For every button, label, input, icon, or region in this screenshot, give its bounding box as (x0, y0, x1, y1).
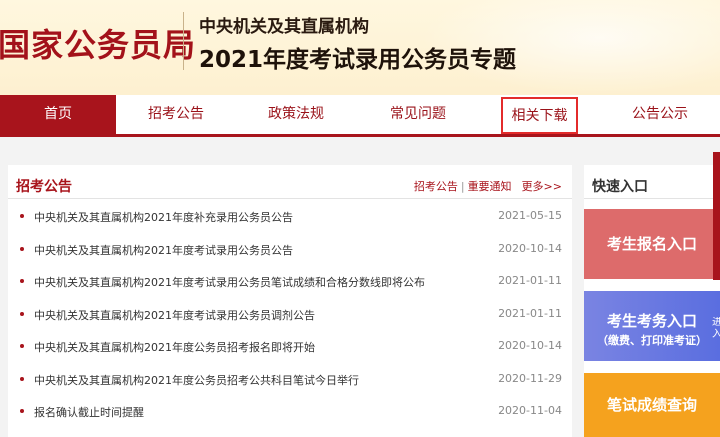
list-item: 报名确认截止时间提醒 2020-11-04 (8, 394, 572, 427)
list-item-date: 2021-01-11 (498, 306, 562, 320)
announcement-list: 中央机关及其直属机构2021年度补充录用公务员公告 2021-05-15 中央机… (8, 199, 572, 427)
list-item: 中央机关及其直属机构2021年度公务员招考公共科目笔试今日举行 2020-11-… (8, 362, 572, 395)
nav-downloads[interactable]: 相关下载 (501, 97, 578, 134)
header-banner: 国家公务员局 中央机关及其直属机构 2021年度考试录用公务员专题 (0, 0, 720, 95)
list-item-link[interactable]: 中央机关及其直属机构2021年度补充录用公务员公告 (34, 209, 293, 225)
score-query-button[interactable]: 笔试成绩查询 (584, 373, 720, 437)
list-item-date: 2020-11-29 (498, 371, 562, 385)
nav-faq[interactable]: 常见问题 (356, 95, 480, 134)
announcements-panel: 招考公告 招考公告 | 重要通知 更多>> 中央机关及其直属机构2021年度补充录用公… (8, 165, 572, 437)
list-item-link[interactable]: 中央机关及其直属机构2021年度考试录用公务员笔试成绩和合格分数线即将公布 (34, 274, 425, 290)
registration-entry-button[interactable]: 考生报名入口 (584, 209, 720, 279)
list-item-date: 2020-10-14 (498, 241, 562, 255)
nav-home[interactable]: 首页 (0, 95, 116, 134)
list-item: 中央机关及其直属机构2021年度考试录用公务员公告 2020-10-14 (8, 232, 572, 265)
exam-affairs-sublabel: （缴费、打印准考证） (597, 334, 707, 347)
bullet-icon (20, 246, 24, 251)
bullet-icon (20, 311, 24, 316)
list-item-date: 2020-10-14 (498, 339, 562, 352)
more-link[interactable]: 更多>> (522, 180, 562, 193)
quick-entry-divider (584, 198, 720, 199)
bullet-icon (20, 344, 24, 348)
list-item-link[interactable]: 中央机关及其直属机构2021年度公务员招考报名即将开始 (34, 339, 315, 355)
list-item-link[interactable]: 报名确认截止时间提醒 (34, 404, 144, 420)
quick-entry-title: 快速入口 (592, 179, 648, 195)
link-announcements[interactable]: 招考公告 (414, 180, 458, 193)
list-item: 中央机关及其直属机构2021年度补充录用公务员公告 2021-05-15 (8, 199, 572, 232)
list-item: 中央机关及其直属机构2021年度公务员招考报名即将开始 2020-10-14 (8, 329, 572, 362)
list-item-link[interactable]: 中央机关及其直属机构2021年度考试录用公务员调剂公告 (34, 307, 315, 323)
main-nav: 首页 招考公告 政策法规 常见问题 相关下载 公告公示 (0, 95, 720, 137)
exam-affairs-entry-button[interactable]: 考生考务入口 （缴费、打印准考证） (584, 291, 720, 361)
panel-title: 招考公告 (16, 179, 72, 195)
bullet-icon (20, 279, 24, 283)
list-item: 中央机关及其直属机构2021年度考试录用公务员笔试成绩和合格分数线即将公布 20… (8, 264, 572, 297)
nav-announcements[interactable]: 招考公告 (116, 95, 236, 134)
quick-entry-panel: 快速入口 考生报名入口 考生考务入口 （缴费、打印准考证） 笔试成绩查询 (584, 165, 720, 437)
side-float-text[interactable]: 进入 (712, 317, 720, 341)
link-separator: | (460, 180, 465, 193)
site-name[interactable]: 国家公务员局 (0, 20, 196, 66)
list-item-date: 2021-01-11 (498, 274, 562, 287)
list-item-date: 2020-11-04 (498, 404, 562, 417)
bullet-icon (20, 409, 24, 413)
header-divider (183, 12, 184, 70)
link-important-notices[interactable]: 重要通知 (468, 180, 512, 193)
list-item-link[interactable]: 中央机关及其直属机构2021年度考试录用公务员公告 (34, 242, 293, 258)
list-item-link[interactable]: 中央机关及其直属机构2021年度公务员招考公共科目笔试今日举行 (34, 372, 359, 388)
side-float-tab[interactable] (713, 152, 720, 280)
nav-policies[interactable]: 政策法规 (236, 95, 356, 134)
list-item-date: 2021-05-15 (498, 209, 562, 222)
panel-header: 招考公告 招考公告 | 重要通知 更多>> (8, 165, 572, 199)
bullet-icon (20, 214, 24, 218)
page-title: 2021年度考试录用公务员专题 (199, 47, 517, 73)
bullet-icon (20, 376, 24, 381)
nav-notices[interactable]: 公告公示 (600, 95, 720, 134)
list-item: 中央机关及其直属机构2021年度考试录用公务员调剂公告 2021-01-11 (8, 297, 572, 330)
exam-affairs-label: 考生考务入口 (606, 312, 697, 330)
panel-links: 招考公告 | 重要通知 更多>> (414, 178, 562, 194)
header-subtitle: 中央机关及其直属机构 (199, 17, 369, 37)
